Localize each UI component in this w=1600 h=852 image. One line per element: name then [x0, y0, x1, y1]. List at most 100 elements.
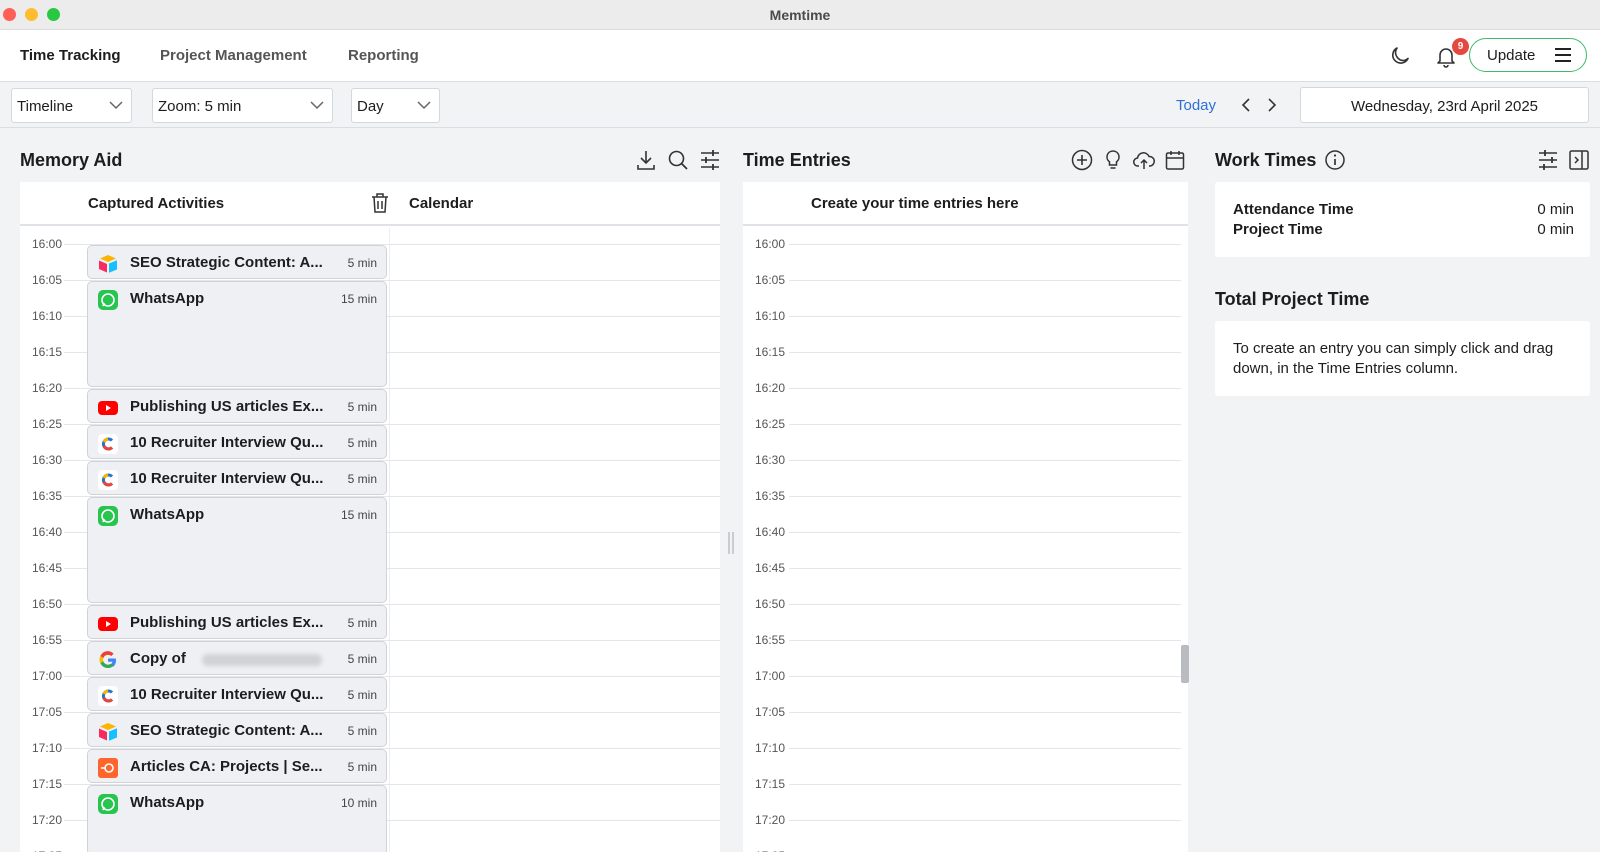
time-entries-gridline	[789, 352, 1181, 353]
memory-aid-title: Memory Aid	[20, 150, 123, 170]
activity-title: 10 Recruiter Interview Qu...	[130, 686, 324, 703]
view-toolbar: Timeline Zoom: 5 min Day Today Wednesday…	[0, 83, 1600, 128]
activity-title: WhatsApp	[130, 794, 205, 811]
activity-duration: 5 min	[347, 724, 377, 738]
activity-duration: 5 min	[347, 436, 377, 450]
tab-time-tracking[interactable]: Time Tracking	[20, 47, 121, 64]
calendar-icon[interactable]	[1163, 148, 1187, 172]
info-icon[interactable]	[1323, 148, 1347, 172]
time-entries-gridline	[789, 496, 1181, 497]
time-entries-timeline[interactable]: 16:00 16:05 16:10 16:15 16:20 16:25 16:30 16:35…	[743, 228, 1188, 852]
time-entries-gridline	[789, 244, 1181, 245]
captured-activity[interactable]: 10 Recruiter Interview Qu... 5 min	[87, 425, 387, 459]
title-bar: Memtime	[0, 0, 1600, 30]
window-title: Memtime	[769, 7, 831, 23]
whatsapp-icon	[97, 793, 119, 815]
captured-activity[interactable]: Articles CA: Projects | Se... 5 min	[87, 749, 387, 783]
trash-icon[interactable]	[368, 191, 392, 215]
lightbulb-icon[interactable]	[1101, 148, 1125, 172]
captured-activity[interactable]: WhatsApp 10 min	[87, 785, 387, 852]
time-entries-gridline	[789, 388, 1181, 389]
captured-activity[interactable]: 10 Recruiter Interview Qu... 5 min	[87, 677, 387, 711]
time-entries-gridline	[789, 424, 1181, 425]
activity-duration: 5 min	[347, 760, 377, 774]
timeline-scrollbar[interactable]	[1181, 645, 1189, 683]
activity-title: WhatsApp	[130, 290, 205, 307]
captured-activity[interactable]: WhatsApp 15 min	[87, 497, 387, 603]
activity-duration: 15 min	[340, 508, 377, 522]
today-link[interactable]: Today	[1176, 97, 1216, 114]
memory-aid-column-header: Captured Activities Calendar	[20, 182, 720, 226]
activity-title: SEO Strategic Content: A...	[130, 722, 323, 739]
time-entries-time-label: 17:10	[754, 741, 785, 755]
captured-activities-label: Captured Activities	[88, 195, 225, 212]
next-day-chevron-icon[interactable]	[1262, 96, 1280, 114]
settings-sliders-icon[interactable]	[1536, 148, 1560, 172]
activity-title: 10 Recruiter Interview Qu...	[130, 434, 324, 451]
chevron-down-icon	[109, 101, 123, 110]
calendar-divider	[389, 228, 390, 852]
collapse-panel-icon[interactable]	[1567, 148, 1591, 172]
activity-title: Articles CA: Projects | Se...	[130, 758, 323, 775]
captured-activity[interactable]: SEO Strategic Content: A... 5 min	[87, 245, 387, 279]
attendance-time-label: Attendance Time	[1233, 201, 1354, 218]
activity-title: SEO Strategic Content: A...	[130, 254, 323, 271]
total-project-time-card: To create an entry you can simply click …	[1215, 321, 1590, 396]
time-entries-time-label: 16:35	[754, 489, 785, 503]
view-mode-value: Timeline	[17, 98, 74, 115]
captured-activity[interactable]: SEO Strategic Content: A... 5 min	[87, 713, 387, 747]
memory-aid-time-label: 17:05	[31, 705, 62, 719]
cloud-upload-icon[interactable]	[1132, 148, 1156, 172]
time-entries-time-label: 16:05	[754, 273, 785, 287]
memory-aid-time-label: 16:25	[31, 417, 62, 431]
memory-aid-time-label: 16:45	[31, 561, 62, 575]
time-entries-gridline	[789, 568, 1181, 569]
time-entries-panel: Create your time entries here 16:00 16:05…	[743, 182, 1188, 852]
time-entries-time-label: 16:55	[754, 633, 785, 647]
captured-activity[interactable]: WhatsApp 15 min	[87, 281, 387, 387]
memory-aid-time-label: 17:20	[31, 813, 62, 827]
memory-aid-time-label: 16:40	[31, 525, 62, 539]
captured-activity[interactable]: Publishing US articles Ex... 5 min	[87, 389, 387, 423]
zoom-select[interactable]: Zoom: 5 min	[152, 88, 333, 123]
previous-day-chevron-icon[interactable]	[1238, 96, 1256, 114]
notification-count-badge: 9	[1452, 38, 1469, 55]
range-value: Day	[357, 98, 384, 115]
total-project-time-title: Total Project Time	[1215, 289, 1370, 309]
airtable-icon	[97, 253, 119, 275]
dark-mode-moon-icon[interactable]	[1387, 43, 1413, 69]
activity-duration: 10 min	[340, 796, 377, 810]
update-button[interactable]: Update	[1469, 38, 1587, 72]
activity-title: Publishing US articles Ex...	[130, 614, 324, 631]
coursera-icon	[97, 685, 119, 707]
captured-activity[interactable]: Copy of 5 min	[87, 641, 387, 675]
whatsapp-icon	[97, 289, 119, 311]
filter-sliders-icon[interactable]	[698, 148, 722, 172]
date-picker[interactable]: Wednesday, 23rd April 2025	[1300, 87, 1589, 123]
activity-duration: 5 min	[347, 652, 377, 666]
activity-duration: 5 min	[347, 616, 377, 630]
memory-aid-time-label: 16:15	[31, 345, 62, 359]
tab-project-management[interactable]: Project Management	[160, 47, 307, 64]
search-icon[interactable]	[666, 148, 690, 172]
memory-aid-timeline[interactable]: 16:00 16:05 16:10 16:15 16:20 16:25 16:30 16:35…	[20, 228, 720, 852]
total-project-time-info: To create an entry you can simply click …	[1233, 340, 1554, 377]
captured-activity[interactable]: Publishing US articles Ex... 5 min	[87, 605, 387, 639]
range-select[interactable]: Day	[351, 88, 440, 123]
memory-aid-time-label: 16:55	[31, 633, 62, 647]
chevron-down-icon	[417, 101, 431, 110]
time-entries-time-label: 17:20	[754, 813, 785, 827]
memory-aid-time-label: 16:35	[31, 489, 62, 503]
view-mode-select[interactable]: Timeline	[11, 88, 132, 123]
tab-reporting[interactable]: Reporting	[348, 47, 419, 64]
activity-duration: 5 min	[347, 472, 377, 486]
semrush-icon	[97, 757, 119, 779]
time-entries-time-label: 17:05	[754, 705, 785, 719]
add-circle-icon[interactable]	[1070, 148, 1094, 172]
time-entries-time-label: 16:50	[754, 597, 785, 611]
download-icon[interactable]	[634, 148, 658, 172]
captured-activity[interactable]: 10 Recruiter Interview Qu... 5 min	[87, 461, 387, 495]
attendance-time-value: 0 min	[1537, 201, 1574, 218]
panel-resize-handle[interactable]	[728, 532, 734, 554]
time-entries-time-label: 16:00	[754, 237, 785, 251]
